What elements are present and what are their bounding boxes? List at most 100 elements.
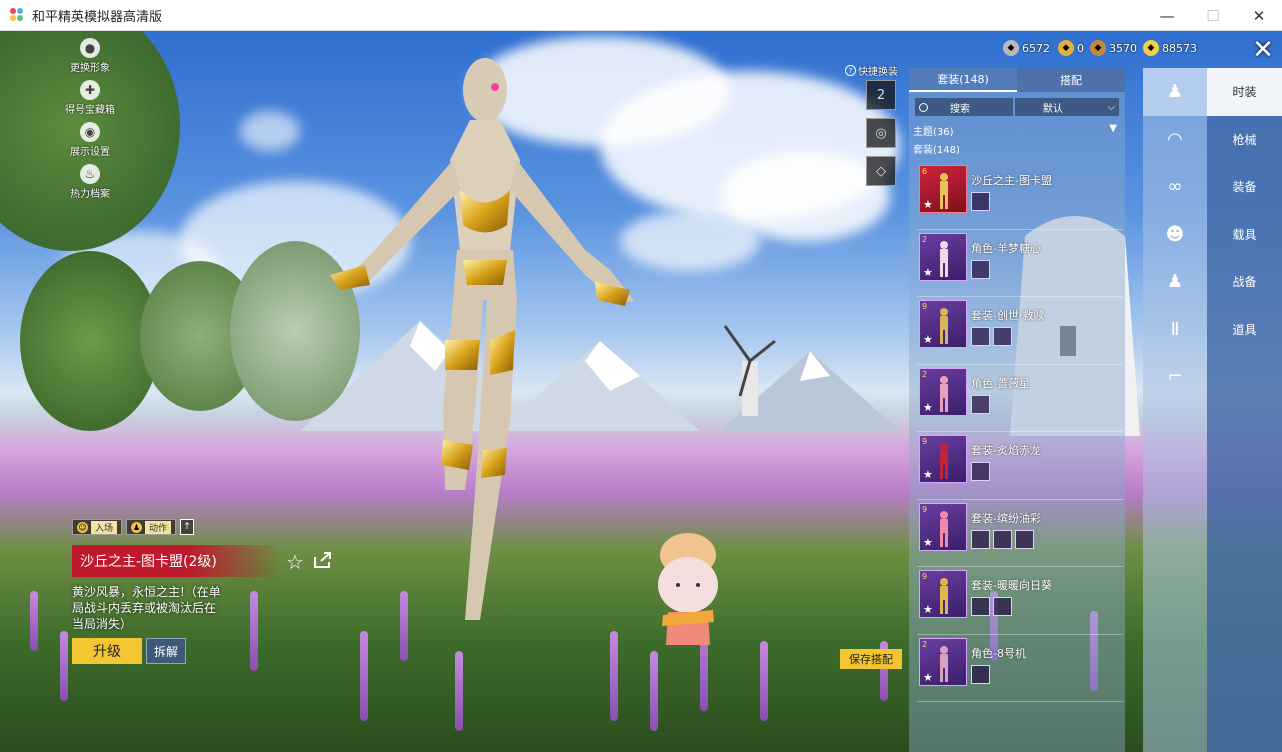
category-tab[interactable]: 道具 [1207, 306, 1282, 354]
rank-badge: 6 [922, 167, 928, 176]
coin-yellow-icon: ◆ [1143, 40, 1159, 56]
category-icon-strip: ♟ ◠ ∞ ☻ ♟ Ⅱ ⌐ [1143, 68, 1207, 752]
rank-badge: 9 [922, 504, 928, 514]
fire-icon: ♨ [80, 164, 100, 184]
currency-bronze: ◆ 3570 [1090, 40, 1137, 56]
quick-swap-slot-2[interactable]: ◎ [866, 118, 896, 148]
eye-icon: ◉ [80, 122, 100, 142]
category-figure-icon[interactable]: ♟ [1143, 68, 1207, 116]
category-face-icon[interactable]: ☻ [1143, 211, 1207, 259]
outfit-part-thumbnail[interactable] [993, 327, 1012, 346]
outfit-name: 套装-缤纷油彩 [971, 511, 1041, 525]
tab-combos[interactable]: 搭配 [1017, 68, 1125, 92]
outfit-name: 角色-羊梦糖心 [971, 241, 1041, 255]
outfit-part-thumbnail[interactable] [971, 394, 990, 414]
coin-gold-icon: ◆ [1058, 40, 1074, 56]
minimize-button[interactable]: — [1144, 0, 1190, 31]
outfit-list: 6 ★ 沙丘之主-图卡盟 2 ★ 角色-羊梦糖心 9 ★ 套装-创世·救赎 2 ★ 角色-蔷薇星 9 ★ 套… [917, 162, 1123, 702]
motion-button[interactable]: ♟ 动作 [126, 519, 177, 535]
category-tab[interactable]: 装备 [1207, 163, 1282, 211]
outfit-part-thumbnail[interactable] [971, 327, 990, 346]
outfit-name: 套装-暖暖向日葵 [971, 579, 1052, 592]
outfit-name: 套装-炙焰赤龙 [971, 444, 1041, 457]
category-figure-icon[interactable]: ♟ [1143, 258, 1207, 306]
star-icon[interactable]: ★ [923, 198, 933, 211]
outfit-list-item[interactable]: 9 ★ 套装-炙焰赤龙 [917, 432, 1123, 500]
tab-outfits[interactable]: 套装(148) [909, 68, 1017, 92]
theme-group-dropdown[interactable]: 主题(36) ▼ [913, 123, 1121, 138]
outfit-part-thumbnail[interactable] [993, 597, 1012, 616]
star-icon[interactable]: ★ [923, 671, 933, 684]
close-window-button[interactable]: ✕ [1236, 0, 1282, 31]
rank-badge: 9 [922, 437, 928, 446]
outfit-part-thumbnail[interactable] [971, 462, 990, 481]
outfit-part-thumbnail[interactable] [971, 597, 990, 616]
mummy-character [330, 58, 635, 620]
outfit-list-item[interactable]: 6 ★ 沙丘之主-图卡盟 [917, 162, 1123, 230]
outfit-list-item[interactable]: 2 ★ 角色-8号机 [917, 635, 1123, 702]
maximize-button[interactable]: ☐ [1190, 0, 1236, 31]
outfit-part-thumbnail[interactable] [971, 192, 990, 211]
category-goggles-icon[interactable]: ∞ [1143, 163, 1207, 211]
outfit-figure [940, 645, 948, 682]
pet-companion [658, 533, 718, 645]
upgrade-button[interactable]: 升级 [72, 638, 142, 664]
expand-up-button[interactable]: ↑ [180, 519, 195, 535]
share-icon[interactable] [313, 551, 333, 569]
outfit-part-thumbnail[interactable] [971, 664, 990, 684]
sort-dropdown[interactable]: 默认 ⌵ [1014, 98, 1119, 116]
star-icon[interactable]: ★ [923, 266, 933, 279]
quick-swap-slot-3[interactable]: ◇ [866, 156, 896, 186]
enter-animation-button[interactable]: ☺ 入场 [72, 519, 123, 535]
star-icon[interactable]: ★ [923, 468, 933, 481]
search-input[interactable]: 搜索 [915, 98, 1013, 116]
outfit-list-item[interactable]: 2 ★ 角色-羊梦糖心 [917, 230, 1123, 297]
action-row: ☺ 入场 ♟ 动作 ↑ [72, 519, 195, 535]
change-appearance-button[interactable]: ● 更换形象 [62, 38, 118, 74]
category-shoes-icon[interactable]: ⌐ [1143, 353, 1207, 401]
item-title: 沙丘之主-图卡盟(2级) [80, 554, 217, 570]
currency-gray: ◆ 6572 [1003, 40, 1050, 56]
outfit-list-item[interactable]: 9 ★ 套装-创世·救赎 [917, 297, 1123, 365]
pose-icon: ♟ [131, 521, 143, 533]
category-pants-icon[interactable]: Ⅱ [1143, 306, 1207, 354]
dismantle-button[interactable]: 拆解 [146, 638, 186, 664]
outfit-part-thumbnail[interactable] [993, 529, 1012, 549]
outfit-thumbnail: 9 ★ [919, 300, 967, 348]
outfit-part-thumbnail[interactable] [1015, 529, 1034, 549]
outfit-thumbnail: 2 ★ [919, 232, 967, 281]
category-tab[interactable]: 载具 [1207, 211, 1282, 259]
star-icon[interactable]: ★ [923, 401, 933, 414]
category-tab[interactable]: 战备 [1207, 258, 1282, 306]
shoes-icon: ⌐ [1167, 366, 1183, 388]
treasure-box-button[interactable]: ✚ 得号宝藏箱 [62, 80, 118, 116]
heat-archive-button[interactable]: ♨ 热力档案 [62, 164, 118, 200]
currency-gold: ◆ 0 [1058, 40, 1084, 56]
category-cap-icon[interactable]: ◠ [1143, 116, 1207, 164]
quick-swap-slot-1[interactable]: 2 [866, 80, 896, 110]
face-icon: ☻ [1165, 223, 1185, 245]
outfit-part-thumbnail[interactable] [971, 529, 990, 549]
category-tab[interactable]: 枪械 [1207, 116, 1282, 164]
window-title: 和平精英模拟器高清版 [32, 9, 163, 25]
outfit-list-item[interactable]: 9 ★ 套装-暖暖向日葵 [917, 567, 1123, 635]
outfit-list-item[interactable]: 2 ★ 角色-蔷薇星 [917, 365, 1123, 432]
quick-swap-header[interactable]: ? 快捷换装 [845, 63, 898, 78]
star-icon[interactable]: ★ [923, 333, 933, 346]
favorite-star-icon[interactable]: ☆ [286, 550, 304, 574]
star-icon[interactable]: ★ [923, 536, 933, 549]
outfit-part-thumbnail[interactable] [971, 259, 990, 279]
outfit-panel: 套装(148) 搭配 搜索 默认 ⌵ 主题(36) ▼ 套装(148) 6 ★ 沙丘… [909, 68, 1125, 752]
figure-icon: ♟ [1166, 271, 1184, 293]
close-wardrobe-button[interactable]: ✕ [1248, 37, 1278, 65]
save-outfit-button[interactable]: 保存搭配 [840, 649, 902, 669]
outfit-thumbnail: 2 ★ [919, 637, 967, 686]
display-settings-button[interactable]: ◉ 展示设置 [62, 122, 118, 158]
outfit-list-item[interactable]: 9 ★ 套装-缤纷油彩 [917, 500, 1123, 567]
category-tab[interactable]: 时装 [1207, 68, 1282, 116]
star-icon[interactable]: ★ [923, 603, 933, 616]
windmill [723, 325, 776, 416]
item-description: 黄沙风暴，永恒之主!（在单局战斗内丢弃或被淘汰后在当局消失） [72, 585, 221, 631]
outfit-figure [940, 308, 948, 344]
outfit-thumbnail: 9 ★ [919, 570, 967, 618]
